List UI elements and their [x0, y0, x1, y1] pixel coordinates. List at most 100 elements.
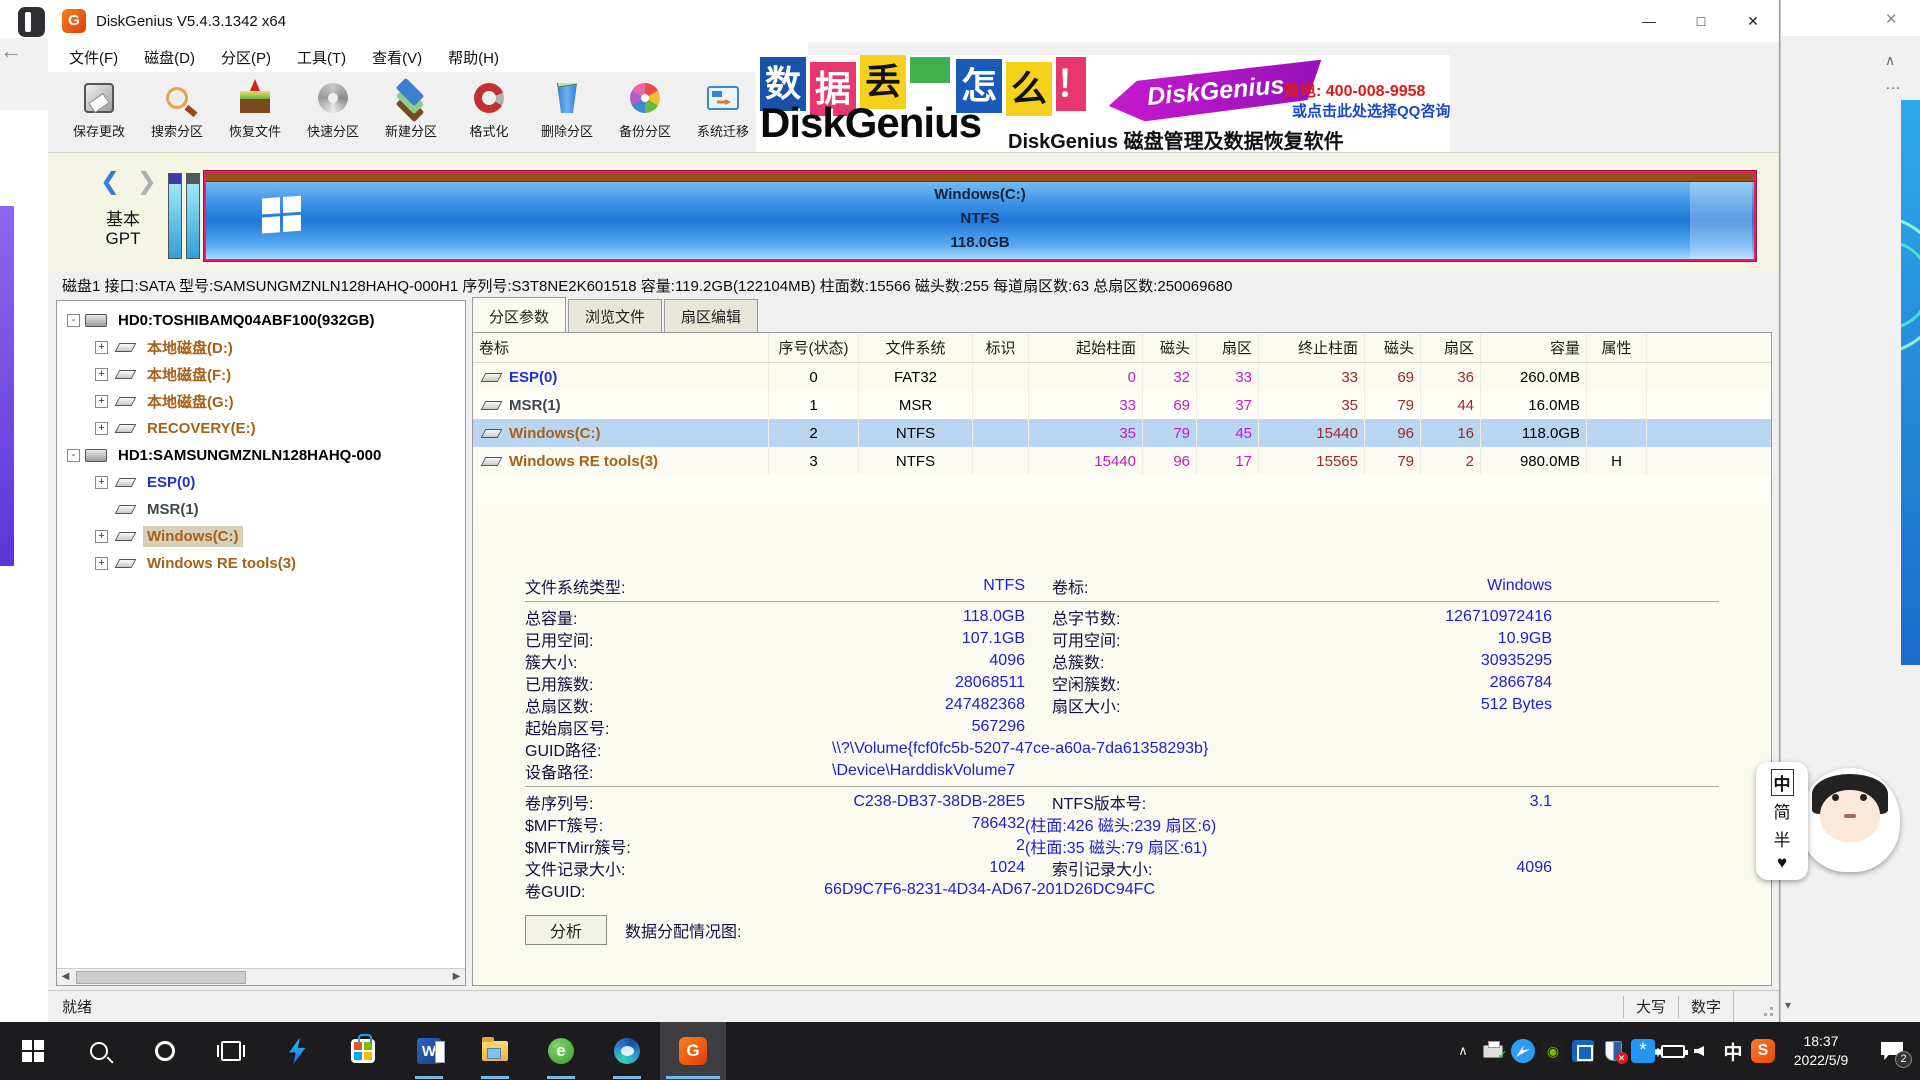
expand-icon[interactable]: +	[95, 422, 108, 435]
recover-files-button[interactable]: 恢复文件	[216, 72, 294, 150]
menu-disk[interactable]: 磁盘(D)	[131, 44, 208, 71]
tree-item-hd0[interactable]: - HD0:TOSHIBAMQ04ABF100(932GB)	[57, 307, 465, 334]
table-row[interactable]: ESP(0) 0 FAT32 0 32 33 33 69 36 260.0MB	[473, 363, 1771, 391]
delete-partition-button[interactable]: 删除分区	[528, 72, 606, 150]
partition-bar-fs: NTFS	[206, 207, 1754, 231]
word-button[interactable]: W	[396, 1022, 462, 1080]
cortana-button[interactable]	[132, 1022, 198, 1080]
start-button[interactable]	[0, 1022, 66, 1080]
save-changes-button[interactable]: 保存更改	[60, 72, 138, 150]
expand-icon[interactable]: +	[95, 476, 108, 489]
tree-item-hd1[interactable]: - HD1:SAMSUNGMZNLN128HAHQ-000	[57, 442, 465, 469]
expand-icon[interactable]: +	[95, 530, 108, 543]
ime-halfwidth[interactable]: 半	[1774, 826, 1791, 851]
system-migration-button[interactable]: 系统迁移	[684, 72, 762, 150]
tree-item-windows-re[interactable]: + Windows RE tools(3)	[57, 550, 465, 577]
backup-partition-button[interactable]: 备份分区	[606, 72, 684, 150]
tab-browse-files[interactable]: 浏览文件	[568, 299, 662, 332]
close-button[interactable]: ✕	[1727, 0, 1779, 42]
table-row[interactable]: Windows RE tools(3) 3 NTFS 15440 96 17 1…	[473, 447, 1771, 475]
search-partition-button[interactable]: 搜索分区	[138, 72, 216, 150]
scrollbar-thumb[interactable]	[76, 971, 246, 984]
resize-grip[interactable]	[1733, 991, 1779, 1022]
tree-item-recovery-e[interactable]: + RECOVERY(E:)	[57, 415, 465, 442]
tree-item-msr[interactable]: MSR(1)	[57, 496, 465, 523]
minimize-button[interactable]: —	[1623, 0, 1675, 42]
format-icon	[469, 78, 509, 118]
table-row-selected[interactable]: Windows(C:) 2 NTFS 35 79 45 15440 96 16 …	[473, 419, 1771, 447]
check-icon: ✓	[1497, 1047, 1508, 1063]
taskbar-clock[interactable]: 18:37 2022/5/9	[1778, 1032, 1864, 1070]
intel-icon	[1572, 1040, 1594, 1062]
heart-icon[interactable]: ♥	[1777, 853, 1787, 873]
action-center-button[interactable]: 2	[1864, 1022, 1920, 1080]
ime-toolbar[interactable]: 中 简 半 ♥	[1756, 762, 1808, 880]
thunder-app-button[interactable]	[264, 1022, 330, 1080]
edge-button[interactable]	[594, 1022, 660, 1080]
prev-disk-icon[interactable]: ❮	[100, 168, 120, 195]
file-explorer-button[interactable]	[462, 1022, 528, 1080]
tree-item-local-f[interactable]: + 本地磁盘(F:)	[57, 361, 465, 388]
partition-icon	[115, 370, 137, 379]
taskbar-search-button[interactable]	[66, 1022, 132, 1080]
next-disk-icon[interactable]: ❯	[137, 168, 157, 195]
table-row[interactable]: MSR(1) 1 MSR 33 69 37 35 79 44 16.0MB	[473, 391, 1771, 419]
scroll-right-icon[interactable]: ▶	[448, 969, 465, 985]
tree-item-windows-c[interactable]: + Windows(C:)	[57, 523, 465, 550]
expand-icon[interactable]: +	[95, 368, 108, 381]
tray-intel-graphics[interactable]	[1568, 1022, 1598, 1080]
tree-item-local-d[interactable]: + 本地磁盘(D:)	[57, 334, 465, 361]
menu-tools[interactable]: 工具(T)	[284, 44, 359, 71]
esp-partition-block[interactable]	[168, 173, 182, 259]
maximize-button[interactable]: □	[1675, 0, 1727, 42]
tray-printer[interactable]: ✓	[1478, 1022, 1508, 1080]
menu-help[interactable]: 帮助(H)	[435, 44, 512, 71]
menu-view[interactable]: 查看(V)	[359, 44, 435, 71]
expand-icon[interactable]: +	[95, 557, 108, 570]
menu-file[interactable]: 文件(F)	[56, 44, 131, 71]
new-partition-button[interactable]: 新建分区	[372, 72, 450, 150]
banner-ad[interactable]: 数 据 丢 怎 么 ！ DiskGenius DiskGenius 致电: 40…	[756, 55, 1450, 152]
tray-snowflake[interactable]: *	[1628, 1022, 1658, 1080]
tray-power[interactable]	[1658, 1022, 1688, 1080]
tree-item-esp[interactable]: + ESP(0)	[57, 469, 465, 496]
scroll-left-icon[interactable]: ◀	[57, 969, 74, 985]
speaker-icon	[1694, 1046, 1704, 1056]
tray-sogou[interactable]: S	[1748, 1022, 1778, 1080]
microsoft-store-button[interactable]	[330, 1022, 396, 1080]
ime-mode-chinese[interactable]: 中	[1771, 769, 1794, 796]
tab-sector-edit[interactable]: 扇区编辑	[664, 299, 758, 332]
battery-plug-icon	[1661, 1045, 1685, 1058]
tree-horizontal-scrollbar[interactable]: ◀ ▶	[57, 968, 465, 985]
tray-expand-button[interactable]: ∧	[1448, 1022, 1478, 1080]
msr-partition-block[interactable]	[186, 173, 200, 259]
delete-partition-icon	[547, 78, 587, 118]
tray-volume[interactable]	[1688, 1022, 1718, 1080]
menu-partition[interactable]: 分区(P)	[208, 44, 284, 71]
browser-360-button[interactable]: e	[528, 1022, 594, 1080]
background-close-icon: ✕	[1885, 10, 1898, 28]
analyze-button[interactable]: 分析	[525, 915, 607, 945]
task-view-button[interactable]	[198, 1022, 264, 1080]
tray-nvidia[interactable]: ◉	[1538, 1022, 1568, 1080]
banner-qq-link[interactable]: 或点击此处选择QQ咨询	[1292, 100, 1450, 121]
tray-ime-mode[interactable]: 中	[1718, 1022, 1748, 1080]
banner-tile: ！	[1056, 57, 1086, 111]
tab-partition-params[interactable]: 分区参数	[472, 297, 566, 332]
collapse-icon[interactable]: -	[67, 314, 80, 327]
banner-tagline: DiskGenius 磁盘管理及数据恢复软件	[1008, 125, 1344, 152]
expand-icon[interactable]: +	[95, 341, 108, 354]
collapse-icon[interactable]: -	[67, 449, 80, 462]
partition-graph-panel: ❮ ❯ 基本 GPT Windows(C:) NTFS 118.0GB	[48, 152, 1779, 272]
background-toolbar-fragment: ←	[0, 38, 48, 110]
diskgenius-taskbar-button[interactable]: G	[660, 1022, 726, 1080]
tray-defender[interactable]: ✕	[1598, 1022, 1628, 1080]
format-button[interactable]: 格式化	[450, 72, 528, 150]
expand-icon[interactable]: +	[95, 395, 108, 408]
quick-partition-button[interactable]: 快速分区	[294, 72, 372, 150]
tree-item-local-g[interactable]: + 本地磁盘(G:)	[57, 388, 465, 415]
ime-simplified[interactable]: 简	[1774, 798, 1791, 823]
windows-c-partition-block[interactable]: Windows(C:) NTFS 118.0GB	[204, 171, 1756, 261]
tray-messenger[interactable]	[1508, 1022, 1538, 1080]
desktop-wallpaper-sliver	[1901, 100, 1920, 665]
